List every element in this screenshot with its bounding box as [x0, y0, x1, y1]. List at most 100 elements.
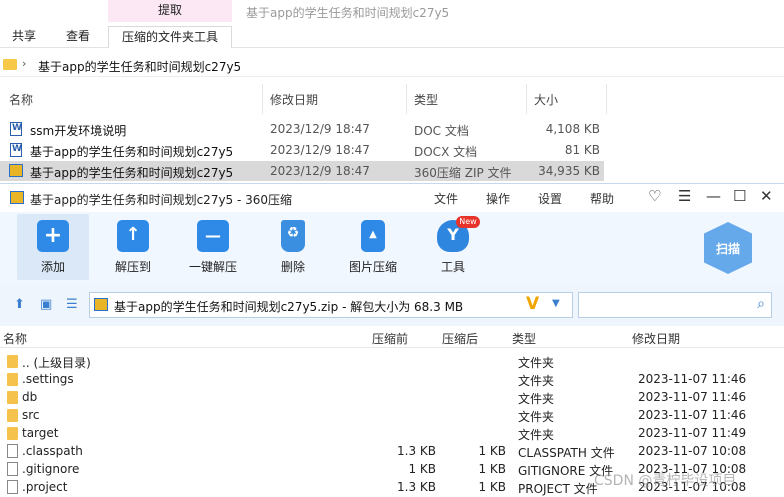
file-name: 基于app的学生任务和时间规划c27y5	[30, 166, 234, 180]
zip-archive-icon	[9, 164, 23, 177]
add-button[interactable]: 添加	[17, 214, 89, 280]
entry-size-before: 1 KB	[408, 462, 436, 476]
image-compress-label: 图片压缩	[348, 260, 397, 274]
column-divider[interactable]	[526, 84, 527, 114]
delete-button[interactable]: 删除	[257, 214, 329, 280]
column-name[interactable]: 名称	[3, 330, 27, 347]
column-modified[interactable]: 修改日期	[632, 330, 680, 347]
file-row[interactable]: ssm开发环境说明 2023/12/9 18:47 DOC 文档 4,108 K…	[0, 119, 604, 139]
menu-operate[interactable]: 操作	[486, 190, 510, 207]
archive-path-field[interactable]: 基于app的学生任务和时间规划c27y5.zip - 解包大小为 68.3 MB…	[89, 292, 573, 318]
entry-date: 2023-11-07 11:49	[638, 426, 747, 440]
tab-share[interactable]: 共享	[12, 26, 36, 48]
column-divider[interactable]	[406, 84, 407, 114]
file-type: DOCX 文档	[414, 145, 478, 159]
skin-icon[interactable]: ♡	[648, 187, 661, 205]
extract-to-icon	[117, 220, 149, 252]
file-size: 81 KB	[564, 143, 600, 157]
scan-button[interactable]: 扫描	[704, 222, 752, 278]
search-icon[interactable]: ⌕	[757, 296, 765, 312]
address-path[interactable]: 基于app的学生任务和时间规划c27y5	[38, 58, 241, 75]
entry-date: 2023-11-07 10:08	[638, 444, 747, 458]
archive-entry[interactable]: .classpath 1.3 KB 1 KB CLASSPATH 文件 2023…	[0, 442, 784, 460]
menu-help[interactable]: 帮助	[590, 190, 614, 207]
entry-date: 2023-11-07 11:46	[638, 408, 747, 422]
archive-entry[interactable]: target 文件夹 2023-11-07 11:49	[0, 424, 784, 442]
file-size: 34,935 KB	[538, 164, 600, 178]
explorer-ribbon: 提取 基于app的学生任务和时间规划c27y5 共享 查看 压缩的文件夹工具	[0, 0, 784, 48]
address-bar[interactable]: › 基于app的学生任务和时间规划c27y5	[0, 55, 784, 77]
entry-name: .gitignore	[22, 462, 80, 476]
zip-app-title: 基于app的学生任务和时间规划c27y5 - 360压缩	[30, 193, 293, 207]
entry-size-after: 1 KB	[478, 444, 506, 458]
column-divider[interactable]	[262, 84, 263, 114]
minimize-icon[interactable]: —	[706, 187, 721, 205]
up-arrow-icon[interactable]: ⬆	[14, 297, 25, 312]
one-click-extract-label: 一键解压	[188, 260, 237, 274]
column-compressed-after[interactable]: 压缩后	[442, 330, 478, 347]
explorer-window-title: 基于app的学生任务和时间规划c27y5	[246, 6, 450, 20]
menu-file[interactable]: 文件	[434, 190, 458, 207]
scan-label: 扫描	[715, 242, 740, 256]
maximize-icon[interactable]: ☐	[733, 187, 746, 205]
archive-column-header: 名称 压缩前 压缩后 类型 修改日期	[0, 326, 784, 348]
entry-name: target	[22, 426, 59, 440]
file-icon	[7, 444, 18, 458]
main-menu-icon[interactable]: ☰	[678, 187, 691, 205]
word-doc-icon	[10, 122, 22, 136]
file-row[interactable]: 基于app的学生任务和时间规划c27y5 2023/12/9 18:47 DOC…	[0, 140, 604, 160]
entry-date: 2023-11-07 11:46	[638, 372, 747, 386]
verified-mark-icon[interactable]: V	[526, 294, 539, 314]
archive-entry-parent[interactable]: .. (上级目录) 文件夹	[0, 352, 784, 370]
extract-to-button[interactable]: 解压到	[97, 214, 169, 280]
menu-settings[interactable]: 设置	[538, 190, 562, 207]
zip-app-icon	[10, 191, 24, 204]
column-modified[interactable]: 修改日期	[270, 91, 318, 108]
file-icon	[7, 480, 18, 494]
folder-icon	[7, 391, 18, 404]
archive-entry[interactable]: db 文件夹 2023-11-07 11:46	[0, 388, 784, 406]
entry-type: 文件夹	[518, 428, 555, 442]
archive-entry[interactable]: .settings 文件夹 2023-11-07 11:46	[0, 370, 784, 388]
column-compressed-before[interactable]: 压缩前	[372, 330, 408, 347]
one-click-extract-button[interactable]: 一键解压	[177, 214, 249, 280]
entry-name: .classpath	[22, 444, 83, 458]
close-icon[interactable]: ✕	[760, 187, 773, 205]
file-name: ssm开发环境说明	[30, 124, 127, 138]
chevron-right-icon[interactable]: ›	[22, 57, 26, 70]
entry-type: 文件夹	[518, 374, 555, 388]
column-type[interactable]: 类型	[414, 91, 438, 108]
zip-app-titlebar[interactable]: 基于app的学生任务和时间规划c27y5 - 360压缩 文件 操作 设置 帮助…	[0, 184, 784, 212]
tab-extract[interactable]: 提取	[108, 0, 232, 22]
entry-name: db	[22, 390, 38, 404]
column-divider[interactable]	[606, 84, 607, 114]
entry-type: PROJECT 文件	[518, 482, 598, 496]
zip-path-bar: ⬆ ▣ ☰ 基于app的学生任务和时间规划c27y5.zip - 解包大小为 6…	[0, 288, 784, 322]
column-size[interactable]: 大小	[534, 91, 558, 108]
file-row-selected[interactable]: 基于app的学生任务和时间规划c27y5 2023/12/9 18:47 360…	[0, 161, 604, 181]
entry-type: CLASSPATH 文件	[518, 446, 615, 460]
entry-date: 2023-11-07 11:46	[638, 390, 747, 404]
trash-icon	[281, 220, 305, 252]
entry-name: .settings	[22, 372, 74, 386]
tab-view[interactable]: 查看	[66, 26, 90, 48]
folder-icon	[7, 373, 18, 386]
explorer-column-header: 名称 修改日期 类型 大小	[0, 84, 610, 114]
file-type: 360压缩 ZIP 文件	[414, 166, 512, 180]
column-type[interactable]: 类型	[512, 330, 536, 347]
entry-type: 文件夹	[518, 392, 555, 406]
entry-type: 文件夹	[518, 356, 555, 370]
thumbnail-view-icon[interactable]: ▣	[40, 297, 52, 312]
column-name[interactable]: 名称	[9, 91, 33, 108]
image-compress-button[interactable]: 图片压缩	[337, 214, 409, 280]
file-modified: 2023/12/9 18:47	[270, 122, 370, 136]
archive-entry[interactable]: src 文件夹 2023-11-07 11:46	[0, 406, 784, 424]
image-compress-icon	[361, 220, 385, 252]
tab-compressed-folder-tools[interactable]: 压缩的文件夹工具	[108, 26, 232, 48]
folder-icon	[3, 59, 17, 70]
list-view-icon[interactable]: ☰	[66, 297, 78, 312]
chevron-down-icon[interactable]: ▼	[552, 298, 560, 309]
entry-type: 文件夹	[518, 410, 555, 424]
search-input[interactable]: ⌕	[578, 292, 772, 318]
new-badge: New	[456, 216, 480, 228]
